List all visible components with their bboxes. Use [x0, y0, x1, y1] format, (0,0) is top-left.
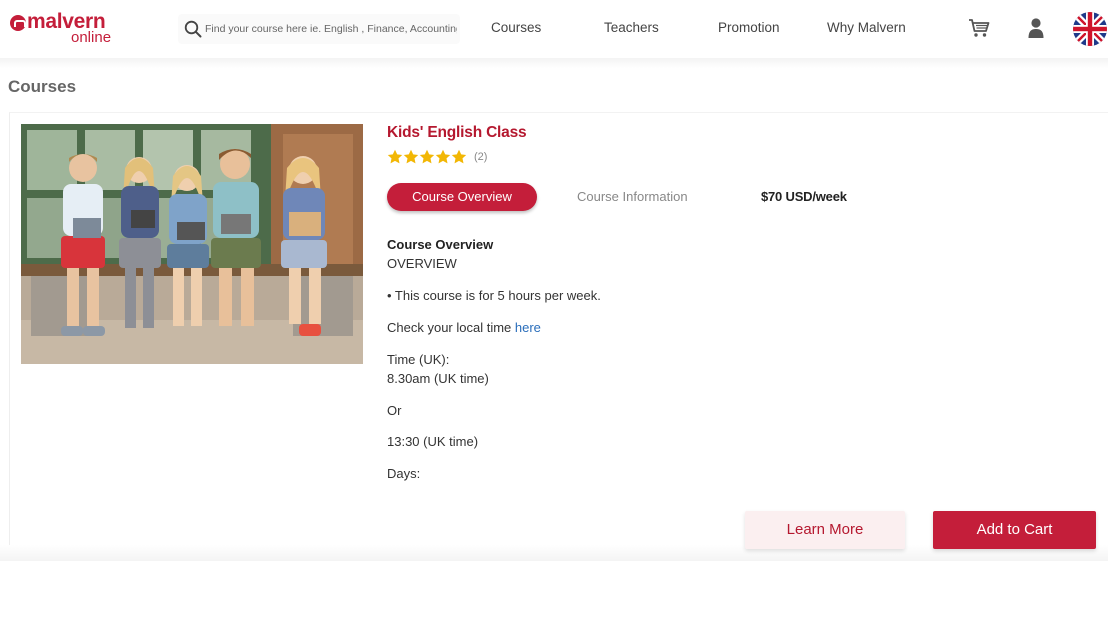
- nav-promotion[interactable]: Promotion: [718, 20, 780, 35]
- local-time-text: Check your local time here: [387, 320, 541, 335]
- search-icon[interactable]: [184, 20, 202, 38]
- star-icon: [435, 149, 451, 164]
- nav-why-malvern[interactable]: Why Malvern: [827, 20, 906, 35]
- overview-label: OVERVIEW: [387, 256, 457, 271]
- header-divider: [0, 58, 1108, 68]
- course-image[interactable]: [21, 124, 363, 364]
- user-icon[interactable]: [1027, 17, 1045, 39]
- time-or-text: Or: [387, 403, 402, 418]
- time-uk-label: Time (UK):: [387, 352, 450, 367]
- overview-hours: • This course is for 5 hours per week.: [387, 288, 601, 303]
- time-slot-morning: 8.30am (UK time): [387, 371, 489, 386]
- course-title[interactable]: Kids' English Class: [387, 124, 527, 142]
- search-input[interactable]: [205, 19, 457, 39]
- logo-word-online: online: [71, 29, 112, 46]
- local-time-prefix: Check your local time: [387, 320, 515, 335]
- course-price: $70 USD/week: [761, 189, 847, 204]
- tab-course-information[interactable]: Course Information: [577, 189, 688, 204]
- days-label: Days:: [387, 466, 421, 481]
- local-time-link[interactable]: here: [515, 320, 541, 335]
- tab-course-overview[interactable]: Course Overview: [387, 183, 537, 211]
- star-icon: [403, 149, 419, 164]
- nav-courses[interactable]: Courses: [491, 20, 541, 35]
- star-icon: [451, 149, 467, 164]
- overview-heading: Course Overview: [387, 237, 494, 252]
- star-icon: [419, 149, 435, 164]
- add-to-cart-button[interactable]: Add to Cart: [933, 511, 1096, 549]
- cart-icon[interactable]: [968, 18, 990, 38]
- learn-more-button[interactable]: Learn More: [745, 511, 905, 549]
- page-title: Courses: [8, 77, 77, 96]
- malvern-online-logo[interactable]: malvern online: [10, 10, 120, 48]
- uk-flag-icon[interactable]: [1073, 12, 1107, 46]
- time-slot-afternoon: 13:30 (UK time): [387, 434, 479, 449]
- course-search: [178, 14, 460, 44]
- nav-teachers[interactable]: Teachers: [604, 20, 659, 35]
- star-icon: [387, 149, 403, 164]
- rating-count: (2): [474, 151, 488, 163]
- site-header: malvern online Courses Teachers Promotio…: [0, 0, 1108, 58]
- malvern-logo-mark-icon: [10, 15, 26, 31]
